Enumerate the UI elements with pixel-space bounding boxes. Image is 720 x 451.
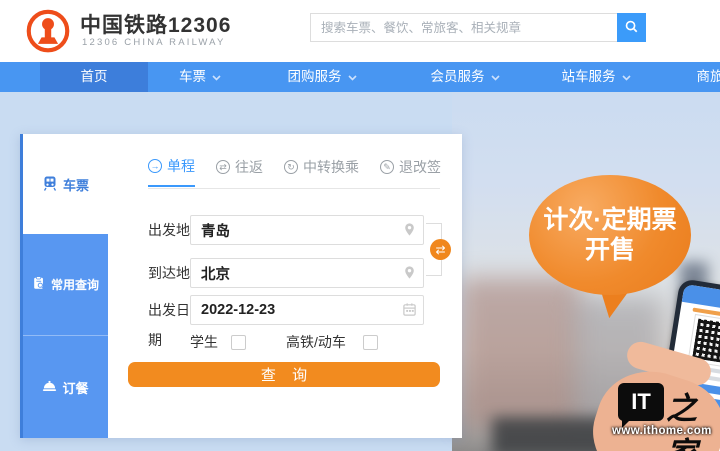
nav-item-home[interactable]: 首页: [40, 62, 148, 92]
ithome-url: www.ithome.com: [612, 425, 712, 437]
tabs-underline: [148, 188, 440, 189]
chevron-down-icon: [621, 62, 631, 92]
nav-item-group-services[interactable]: 团购服务: [252, 62, 392, 92]
tab-label: 单程: [167, 158, 195, 174]
swap-stations-button[interactable]: ⇄: [430, 239, 451, 260]
nav-label: 团购服务: [287, 69, 342, 84]
promo-line1: 计次·定期票: [543, 206, 677, 234]
from-label: 出发地: [148, 222, 190, 238]
site-title: 中国铁路12306: [80, 14, 232, 37]
transfer-icon: ↻: [284, 160, 298, 174]
sidebar-item-tickets[interactable]: 车票: [23, 134, 108, 234]
highspeed-label: 高铁/动车: [286, 334, 346, 350]
sidebar: 车票 常用查询 订餐: [20, 134, 108, 438]
china-railway-logo-icon[interactable]: [26, 9, 70, 53]
tab-refund-change[interactable]: ✎ 退改签: [380, 156, 441, 187]
to-label: 到达地: [148, 265, 190, 281]
trip-type-tabs: → 单程 ⇄ 往返 ↻ 中转换乘 ✎ 退改签: [148, 156, 441, 187]
nav-label: 首页: [80, 69, 108, 84]
nav-item-tickets[interactable]: 车票: [148, 62, 252, 92]
tab-one-way[interactable]: → 单程: [148, 156, 195, 187]
to-input[interactable]: [190, 258, 424, 288]
tab-label: 往返: [235, 159, 263, 175]
date-input[interactable]: [190, 295, 424, 325]
tab-label: 中转换乘: [303, 159, 359, 175]
search-input[interactable]: [310, 13, 617, 42]
promo-line2: 开售: [584, 236, 635, 264]
from-input[interactable]: [190, 215, 424, 245]
date-label: 出发日期: [148, 302, 190, 348]
search-button[interactable]: [617, 13, 646, 42]
promo-bubble[interactable]: 计次·定期票 开售: [529, 175, 691, 295]
sidebar-item-label: 常用查询: [50, 278, 99, 292]
nav-item-station-services[interactable]: 站车服务: [538, 62, 654, 92]
sidebar-item-common-queries[interactable]: 常用查询: [23, 234, 108, 336]
clipboard-search-icon: [32, 276, 46, 293]
blurred-building: [460, 277, 580, 427]
main-area: 计次·定期票 开售 IT 之家 www.ithome.com: [0, 92, 720, 451]
tab-round-trip[interactable]: ⇄ 往返: [216, 156, 263, 187]
nav-item-membership[interactable]: 会员服务: [392, 62, 538, 92]
nav-label: 会员服务: [430, 69, 485, 84]
nav-item-business-travel[interactable]: 商旅: [654, 62, 720, 92]
tab-label: 退改签: [399, 159, 441, 175]
ithome-logo-text: IT: [631, 389, 651, 414]
train-icon: [42, 175, 58, 194]
nav-label: 站车服务: [561, 69, 616, 84]
options-row: 学生 高铁/动车: [190, 332, 378, 352]
booking-form: → 单程 ⇄ 往返 ↻ 中转换乘 ✎ 退改签 出发地 青岛 到达地 北京 ⇄ 出…: [105, 134, 462, 438]
search-icon: [624, 19, 639, 37]
search-bar: [310, 13, 646, 42]
swap-icon: ⇄: [435, 242, 446, 257]
refund-change-icon: ✎: [380, 160, 394, 174]
sidebar-item-label: 车票: [62, 177, 89, 193]
round-trip-icon: ⇄: [216, 160, 230, 174]
site-subtitle: 12306 CHINA RAILWAY: [82, 37, 226, 48]
booking-card: 车票 常用查询 订餐 → 单程 ⇄ 往返 ↻ 中转换乘 ✎ 退改签 出发地 青岛…: [20, 134, 462, 438]
one-way-icon: →: [148, 159, 162, 173]
header: 中国铁路12306 12306 CHINA RAILWAY: [0, 0, 720, 62]
query-button[interactable]: 查 询: [128, 362, 440, 387]
tab-transfer[interactable]: ↻ 中转换乘: [284, 156, 359, 187]
ithome-logo-suffix: 之家: [666, 391, 697, 451]
chevron-down-icon: [347, 62, 357, 92]
student-checkbox[interactable]: [231, 334, 246, 350]
sidebar-item-meal-order[interactable]: 订餐: [23, 336, 108, 438]
page: 中国铁路12306 12306 CHINA RAILWAY 首页 车票 团购服: [0, 0, 720, 451]
nav-label: 车票: [179, 69, 206, 84]
chevron-down-icon: [212, 62, 221, 92]
main-nav: 首页 车票 团购服务 会员服务 站车服务 商旅: [0, 62, 720, 92]
chevron-down-icon: [490, 62, 500, 92]
student-label: 学生: [190, 334, 218, 350]
sidebar-item-label: 订餐: [62, 380, 89, 396]
highspeed-checkbox[interactable]: [362, 334, 378, 350]
nav-label: 商旅: [696, 69, 720, 84]
ithome-logo: IT: [618, 383, 664, 428]
cloche-icon: [42, 378, 57, 396]
